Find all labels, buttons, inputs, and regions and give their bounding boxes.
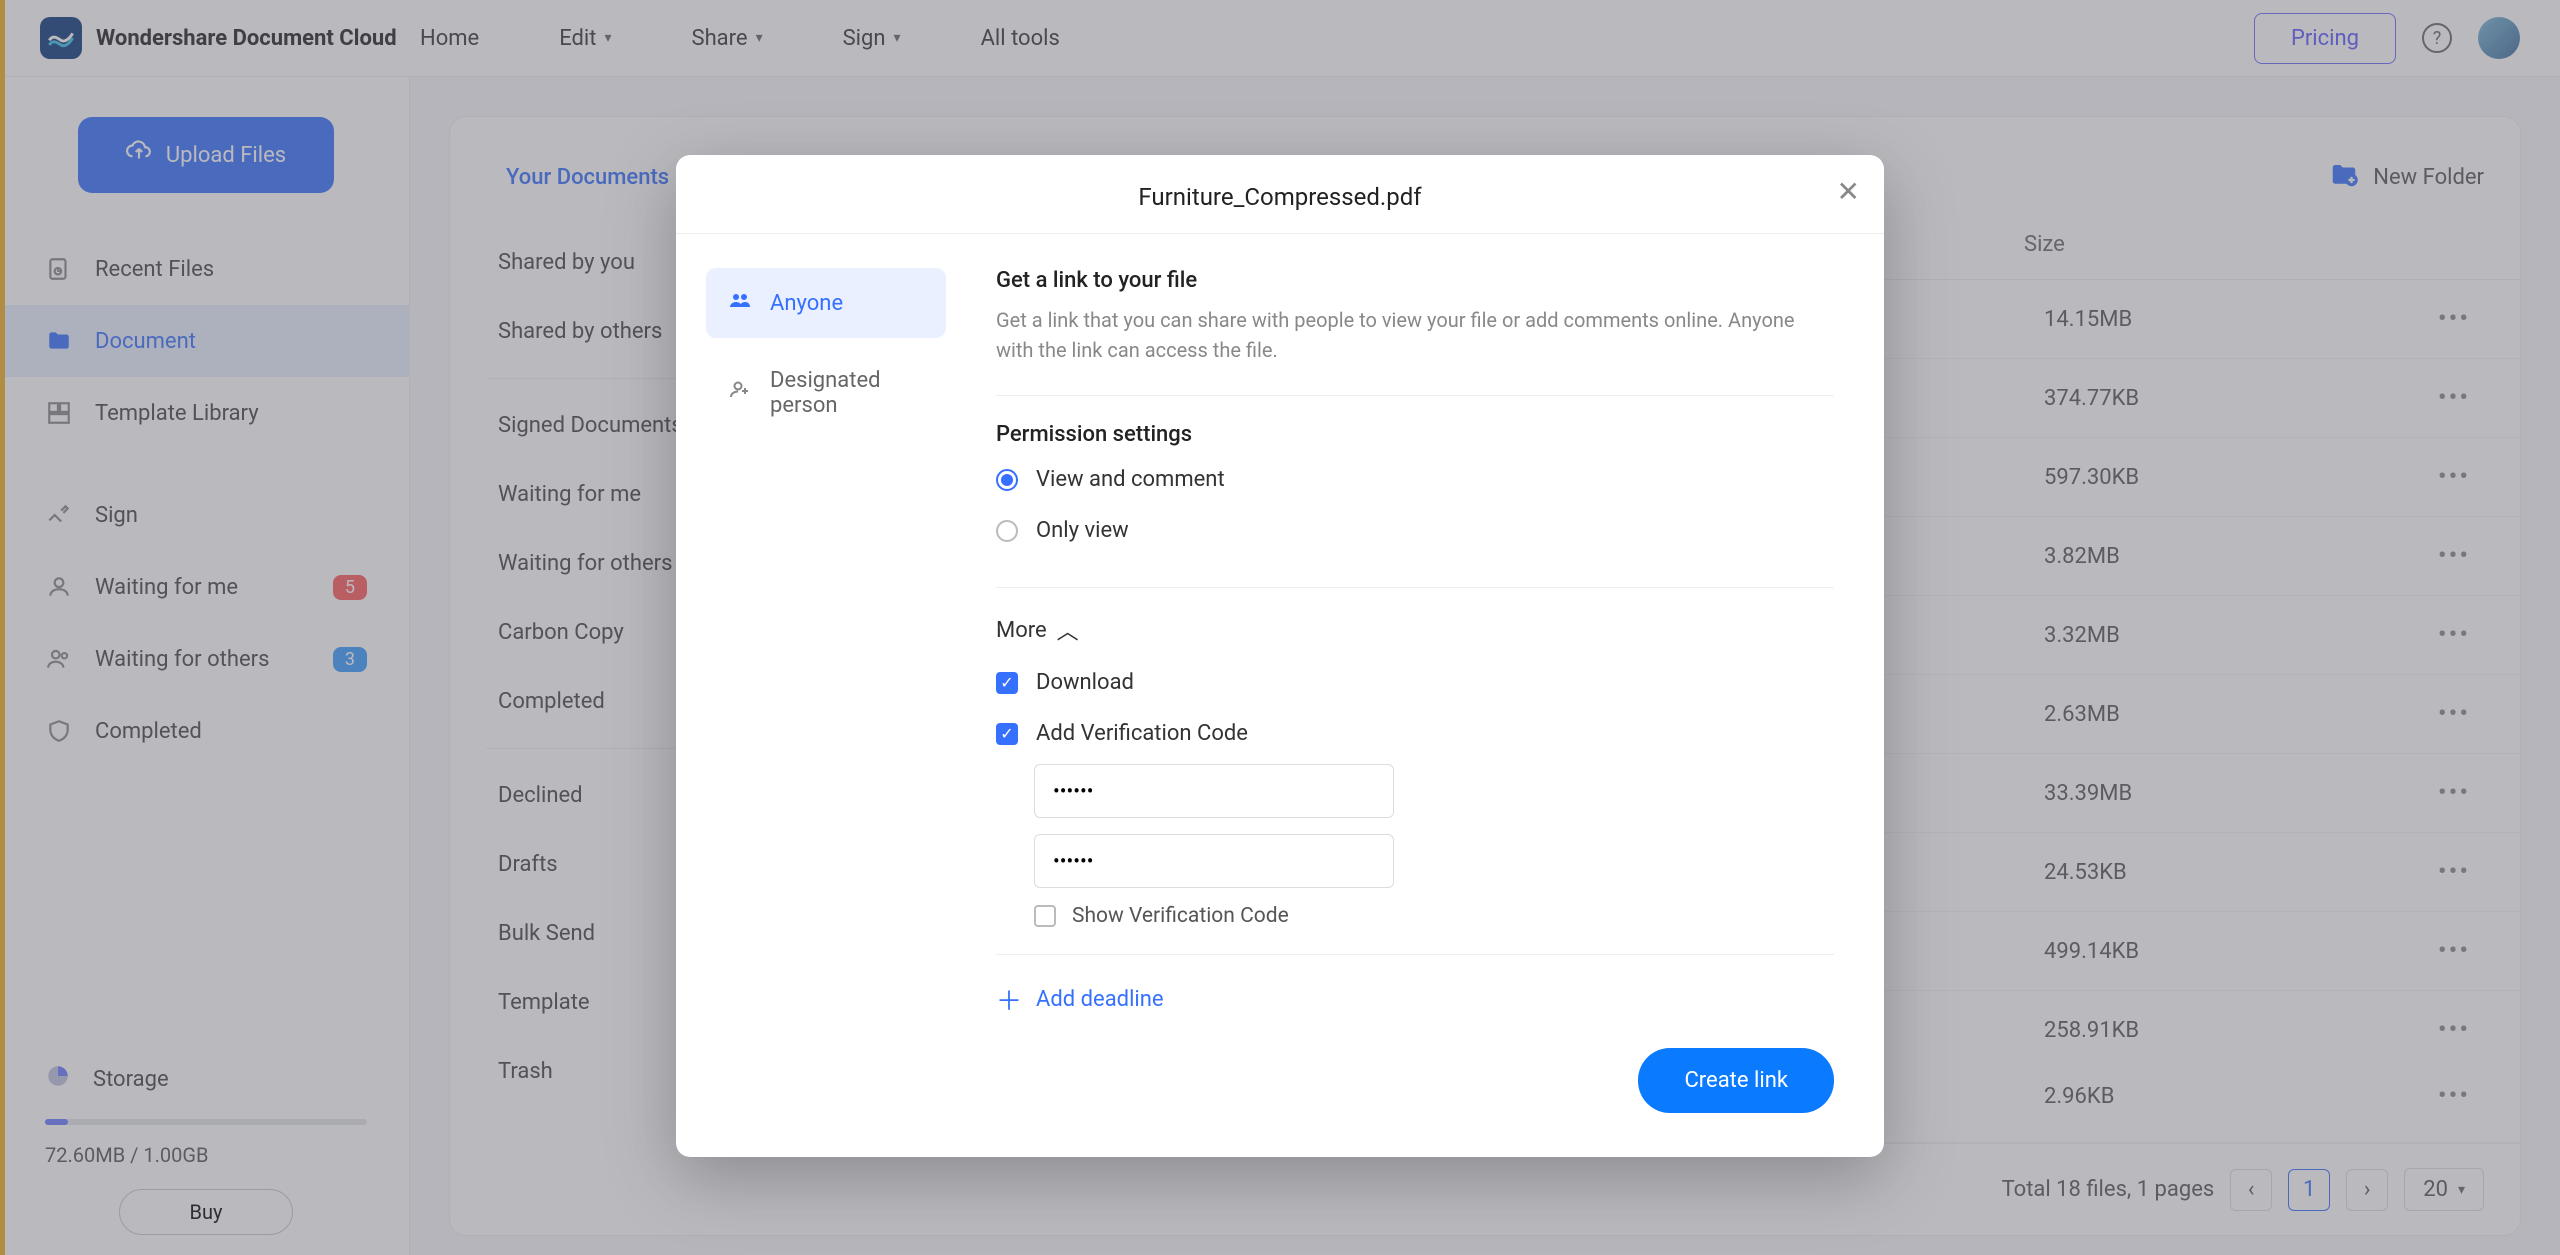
share-tab-designated[interactable]: Designated person bbox=[706, 348, 946, 438]
checkbox-icon: ✓ bbox=[996, 672, 1018, 694]
close-icon[interactable]: ✕ bbox=[1837, 175, 1860, 208]
modal-title: Furniture_Compressed.pdf bbox=[712, 183, 1848, 211]
more-toggle[interactable]: More ︿ bbox=[996, 614, 1834, 646]
share-tab-label: Designated person bbox=[770, 368, 924, 418]
checkbox-icon bbox=[1034, 905, 1056, 927]
verification-code-input[interactable] bbox=[1034, 764, 1394, 818]
share-tab-label: Anyone bbox=[770, 291, 843, 316]
verification-code-confirm-input[interactable] bbox=[1034, 834, 1394, 888]
radio-only-view[interactable]: Only view bbox=[996, 510, 1834, 561]
plus-icon: ＋ bbox=[996, 981, 1022, 1018]
permission-section-title: Permission settings bbox=[996, 422, 1834, 447]
add-deadline-label: Add deadline bbox=[1036, 987, 1164, 1012]
link-section-subtitle: Get a link that you can share with peopl… bbox=[996, 305, 1834, 365]
add-deadline-button[interactable]: ＋ Add deadline bbox=[996, 981, 1834, 1018]
share-modal: Furniture_Compressed.pdf ✕ Anyone Design… bbox=[676, 155, 1884, 1157]
radio-label: Only view bbox=[1036, 518, 1129, 543]
radio-view-and-comment[interactable]: View and comment bbox=[996, 459, 1834, 510]
checkbox-label: Add Verification Code bbox=[1036, 721, 1248, 746]
checkbox-label: Show Verification Code bbox=[1072, 904, 1289, 928]
more-label: More bbox=[996, 618, 1047, 643]
radio-label: View and comment bbox=[1036, 467, 1225, 492]
person-plus-icon bbox=[728, 378, 752, 408]
create-link-button[interactable]: Create link bbox=[1638, 1048, 1834, 1113]
checkbox-show-verification[interactable]: Show Verification Code bbox=[1034, 904, 1834, 928]
radio-icon bbox=[996, 469, 1018, 491]
checkbox-download[interactable]: ✓ Download bbox=[996, 662, 1834, 713]
checkbox-label: Download bbox=[1036, 670, 1134, 695]
radio-icon bbox=[996, 520, 1018, 542]
link-section-title: Get a link to your file bbox=[996, 268, 1834, 293]
checkbox-add-verification[interactable]: ✓ Add Verification Code bbox=[996, 713, 1834, 764]
people-icon bbox=[728, 288, 752, 318]
share-tab-anyone[interactable]: Anyone bbox=[706, 268, 946, 338]
checkbox-icon: ✓ bbox=[996, 723, 1018, 745]
chevron-up-icon: ︿ bbox=[1057, 614, 1079, 646]
